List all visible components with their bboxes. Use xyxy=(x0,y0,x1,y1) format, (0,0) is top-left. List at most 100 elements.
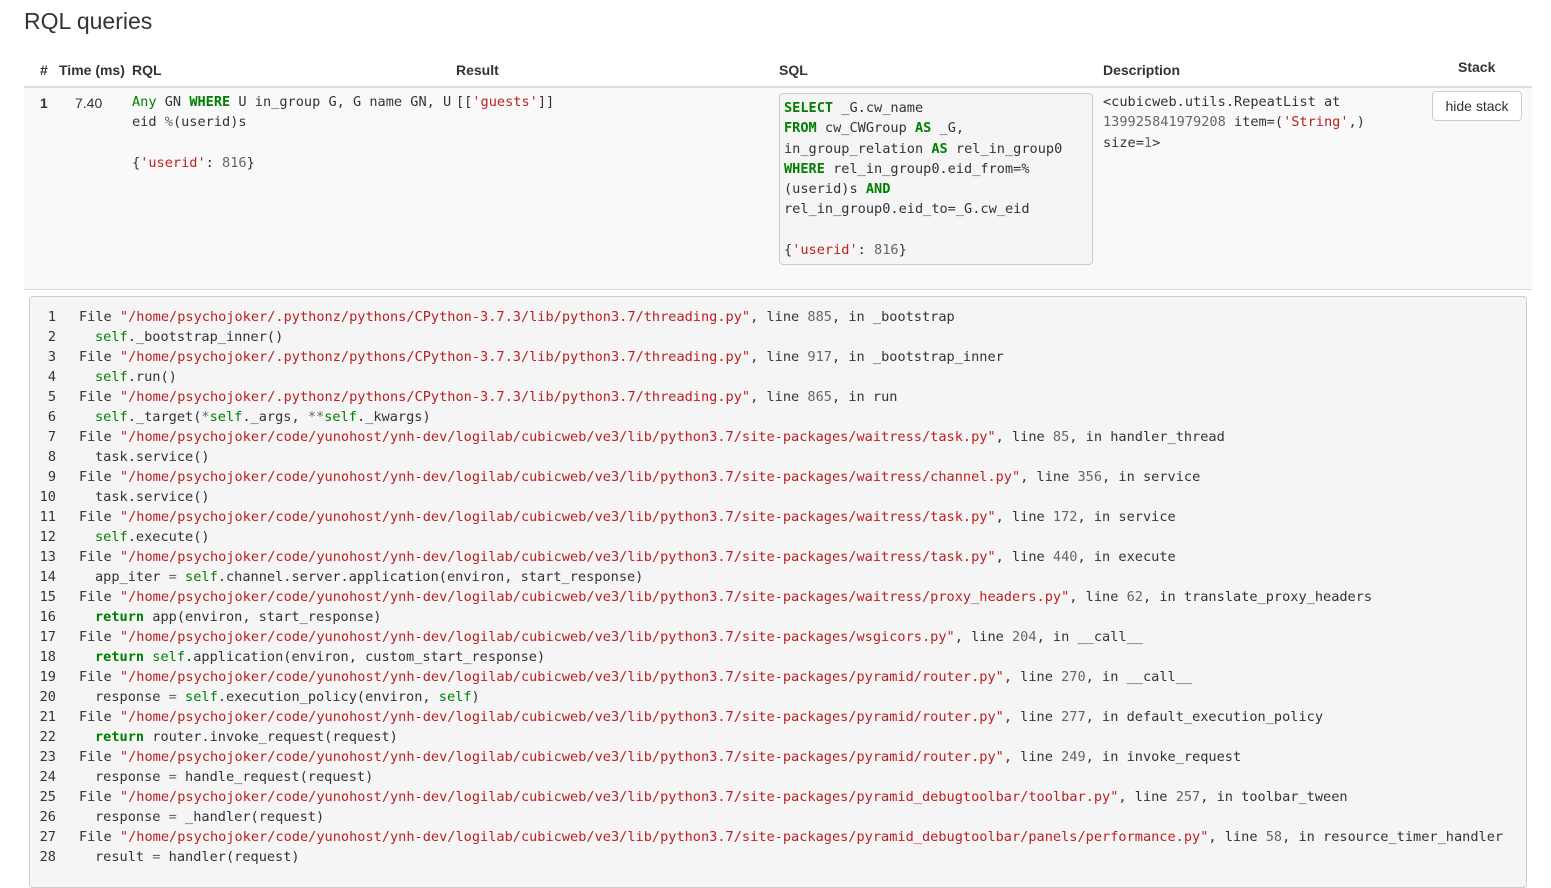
stack-line-code: response = handle_request(request) xyxy=(56,767,373,787)
line-keyword: , line xyxy=(1003,749,1062,765)
file-keyword: File xyxy=(79,829,120,845)
line-number: 8 xyxy=(47,449,56,465)
function-name: toolbar_tween xyxy=(1241,789,1348,805)
stack-line: 16 return app(environ, start_response) xyxy=(30,607,1503,627)
line-keyword: , line xyxy=(995,549,1053,565)
line-value: 277 xyxy=(1061,709,1086,725)
line-keyword: , line xyxy=(1118,789,1176,805)
file-path: "/home/psychojoker/code/yunohost/ynh-dev… xyxy=(119,789,1119,805)
file-keyword: File xyxy=(79,589,120,605)
code-token: ._bootstrap_inner() xyxy=(127,329,284,345)
stack-line: 3 File "/home/psychojoker/.pythonz/python… xyxy=(30,347,1503,367)
line-number: 21 xyxy=(39,709,56,725)
code-token: self xyxy=(185,569,218,585)
file-keyword: File xyxy=(79,629,120,645)
line-keyword: , line xyxy=(1208,829,1266,845)
stack-line-code: File "/home/psychojoker/code/yunohost/yn… xyxy=(56,707,1323,727)
line-number: 22 xyxy=(39,729,56,745)
code-token: response xyxy=(95,689,169,705)
line-number: 24 xyxy=(39,769,56,785)
code-token: ** xyxy=(307,409,325,425)
stack-line-code: File "/home/psychojoker/code/yunohost/yn… xyxy=(56,587,1372,607)
stack-line: 25 File "/home/psychojoker/code/yunohost/… xyxy=(30,787,1503,807)
stack-line-code: File "/home/psychojoker/code/yunohost/yn… xyxy=(56,427,1225,447)
file-keyword: File xyxy=(79,429,120,445)
code-token: router.invoke_request(request) xyxy=(144,729,398,745)
line-number: 28 xyxy=(39,849,56,865)
stack-line-code: File "/home/psychojoker/code/yunohost/yn… xyxy=(56,747,1241,767)
line-number: 7 xyxy=(47,429,56,445)
line-number: 2 xyxy=(47,329,56,345)
line-number: 3 xyxy=(47,349,56,365)
line-keyword: , line xyxy=(750,389,808,405)
stack-trace-panel: 1 File "/home/psychojoker/.pythonz/python… xyxy=(29,296,1527,888)
line-number: 11 xyxy=(39,509,56,525)
column-header-result: Result xyxy=(456,62,499,78)
line-number: 5 xyxy=(47,389,56,405)
line-value: 917 xyxy=(807,349,832,365)
stack-line: 18 return self.application(environ, custo… xyxy=(30,647,1503,667)
stack-line: 11 File "/home/psychojoker/code/yunohost/… xyxy=(30,507,1503,527)
code-token: self xyxy=(152,649,186,665)
stack-line-code: self._bootstrap_inner() xyxy=(56,327,283,347)
line-number: 19 xyxy=(39,669,56,685)
code-token: self xyxy=(95,329,128,345)
function-name: _bootstrap_inner xyxy=(872,349,1004,365)
column-header-time: Time (ms) xyxy=(59,62,125,78)
stack-line-code: task.service() xyxy=(56,487,210,507)
in-keyword: , in xyxy=(1282,829,1324,845)
function-name: execute xyxy=(1118,549,1176,565)
code-token: handle_request(request) xyxy=(176,769,374,785)
line-number: 15 xyxy=(39,589,56,605)
stack-line: 12 self.execute() xyxy=(30,527,1503,547)
stack-line: 6 self._target(*self._args, **self._kwarg… xyxy=(30,407,1503,427)
row-divider xyxy=(24,289,1532,290)
file-keyword: File xyxy=(79,349,120,365)
in-keyword: , in xyxy=(1069,429,1111,445)
function-name: resource_timer_handler xyxy=(1323,829,1504,845)
stack-line: 23 File "/home/psychojoker/code/yunohost/… xyxy=(30,747,1503,767)
file-keyword: File xyxy=(79,469,120,485)
stack-line-code: File "/home/psychojoker/code/yunohost/yn… xyxy=(56,507,1176,527)
column-header-number: # xyxy=(40,62,48,78)
stack-line-code: self.run() xyxy=(56,367,177,387)
line-value: 865 xyxy=(807,389,832,405)
line-value: 885 xyxy=(807,309,832,325)
stack-line: 19 File "/home/psychojoker/code/yunohost/… xyxy=(30,667,1503,687)
code-token: task.service() xyxy=(95,489,210,505)
file-path: "/home/psychojoker/.pythonz/pythons/CPyt… xyxy=(119,349,751,365)
file-keyword: File xyxy=(79,789,120,805)
file-keyword: File xyxy=(79,749,120,765)
stack-line: 10 task.service() xyxy=(30,487,1503,507)
stack-line: 17 File "/home/psychojoker/code/yunohost/… xyxy=(30,627,1503,647)
stack-line-code: return router.invoke_request(request) xyxy=(56,727,398,747)
line-keyword: , line xyxy=(750,309,808,325)
code-token: ) xyxy=(471,689,480,705)
function-name: service xyxy=(1118,509,1176,525)
line-keyword: , line xyxy=(750,349,808,365)
code-token: = xyxy=(168,689,177,705)
stack-line-code: File "/home/psychojoker/code/yunohost/yn… xyxy=(56,787,1348,807)
hide-stack-button[interactable]: hide stack xyxy=(1432,91,1522,121)
code-token: response xyxy=(95,809,169,825)
rql-query: Any GN WHERE U in_group G, G name GN, U … xyxy=(132,94,452,171)
file-path: "/home/psychojoker/code/yunohost/ynh-dev… xyxy=(119,469,1021,485)
file-keyword: File xyxy=(79,669,120,685)
line-value: 356 xyxy=(1077,469,1103,485)
line-number: 4 xyxy=(47,369,56,385)
stack-line-code: File "/home/psychojoker/code/yunohost/yn… xyxy=(56,467,1200,487)
code-token: = xyxy=(168,769,177,785)
in-keyword: , in xyxy=(1200,789,1242,805)
stack-line: 5 File "/home/psychojoker/.pythonz/python… xyxy=(30,387,1503,407)
stack-line-code: File "/home/psychojoker/.pythonz/pythons… xyxy=(56,307,955,327)
stack-line-code: result = handler(request) xyxy=(56,847,300,867)
function-name: default_execution_policy xyxy=(1126,709,1324,725)
file-keyword: File xyxy=(79,389,120,405)
in-keyword: , in xyxy=(1085,749,1127,765)
query-description: <cubicweb.utils.RepeatList at 1399258419… xyxy=(1103,94,1365,151)
stack-line-code: self._target(*self._args, **self._kwargs… xyxy=(56,407,431,427)
stack-line-code: File "/home/psychojoker/.pythonz/pythons… xyxy=(56,347,1004,367)
line-keyword: , line xyxy=(954,629,1012,645)
code-token: ._args, xyxy=(242,409,308,425)
in-keyword: , in xyxy=(1085,669,1127,685)
